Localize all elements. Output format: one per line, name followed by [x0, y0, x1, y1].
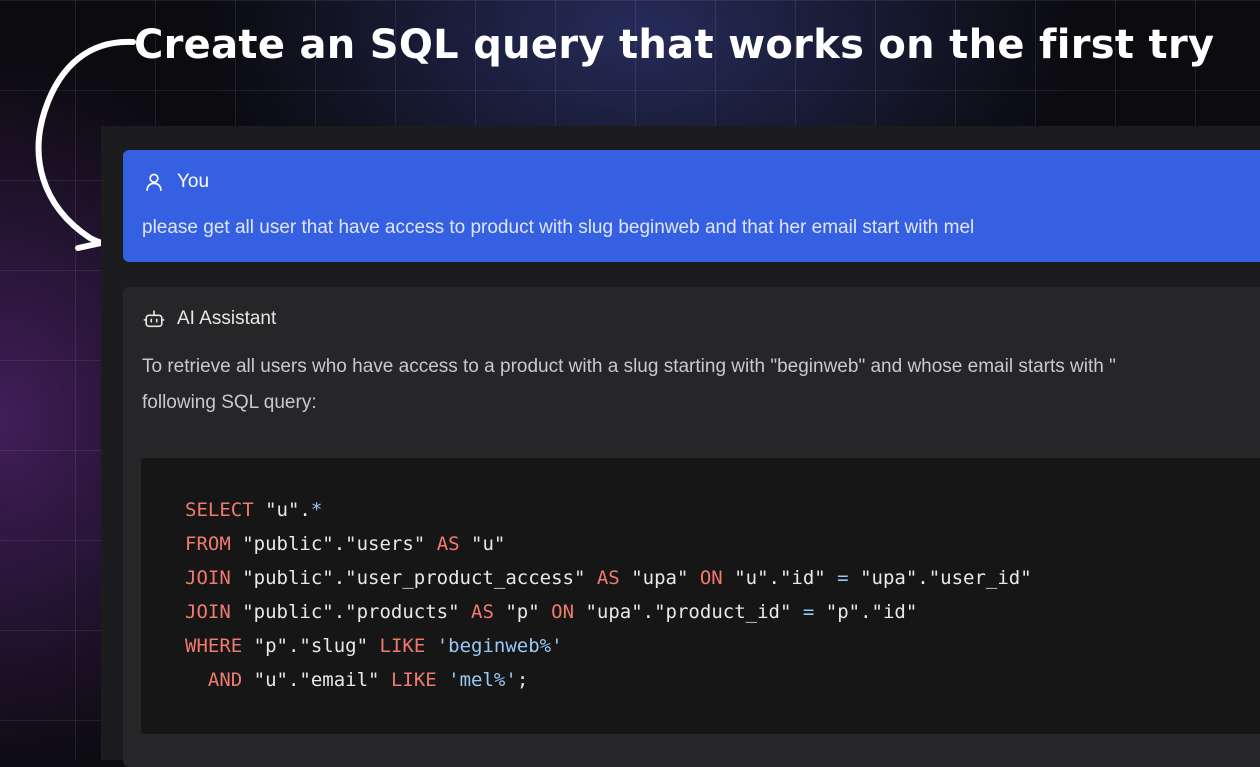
ai-message-text: To retrieve all users who have access to…	[142, 349, 1260, 421]
code-identifier: "p"."slug"	[253, 635, 369, 657]
code-identifier: "u"	[471, 533, 506, 555]
code-keyword: WHERE	[185, 635, 243, 657]
user-message-text: please get all user that have access to …	[142, 217, 975, 238]
code-identifier: "upa"	[631, 567, 689, 589]
code-keyword: AND	[185, 669, 243, 691]
code-keyword: SELECT	[185, 499, 254, 521]
sql-code-block[interactable]: SELECT "u".* FROM "public"."users" AS "u…	[141, 458, 1260, 734]
code-punctuation: ;	[516, 669, 529, 691]
code-identifier: "upa"."user_id"	[860, 567, 1032, 589]
user-message-card: You please get all user that have access…	[123, 150, 1260, 262]
code-identifier: "p"."id"	[825, 601, 918, 623]
code-identifier: "public"."products"	[242, 601, 460, 623]
code-keyword: FROM	[185, 533, 231, 555]
ai-author-label: AI Assistant	[177, 308, 277, 329]
sql-code: SELECT "u".* FROM "public"."users" AS "u…	[185, 493, 1032, 697]
code-keyword: ON	[699, 567, 723, 589]
ai-message-line-2: following SQL query:	[142, 392, 317, 413]
code-identifier: "u"."id"	[734, 567, 826, 589]
ai-message-card: AI Assistant To retrieve all users who h…	[123, 287, 1260, 767]
code-keyword: AS	[471, 601, 494, 623]
code-literal: 'mel%'	[448, 669, 517, 691]
code-identifier: "u"."email"	[253, 669, 380, 691]
code-keyword: ON	[551, 601, 575, 623]
ai-message-header: AI Assistant	[143, 308, 276, 330]
code-keyword: AS	[436, 533, 460, 555]
code-keyword: JOIN	[185, 567, 231, 589]
code-identifier: "p"	[505, 601, 540, 623]
code-keyword: LIKE	[390, 669, 437, 691]
code-identifier: "u".	[265, 499, 311, 521]
robot-icon	[143, 310, 165, 328]
code-literal: 'beginweb%'	[436, 635, 563, 657]
code-operator: *	[310, 499, 323, 521]
code-operator: =	[837, 567, 849, 589]
code-identifier: "public"."user_product_access"	[242, 567, 586, 589]
code-operator: =	[802, 601, 815, 623]
user-icon	[146, 173, 162, 192]
code-identifier: "public"."users"	[242, 533, 426, 555]
user-message-header: You	[143, 171, 209, 193]
user-author-label: You	[177, 171, 210, 192]
code-keyword: AS	[596, 567, 620, 589]
code-keyword: JOIN	[185, 601, 231, 623]
headline: Create an SQL query that works on the fi…	[134, 22, 1215, 68]
code-keyword: LIKE	[379, 635, 426, 657]
code-identifier: "upa"."product_id"	[585, 601, 792, 623]
ai-message-line-1: To retrieve all users who have access to…	[142, 356, 1116, 377]
